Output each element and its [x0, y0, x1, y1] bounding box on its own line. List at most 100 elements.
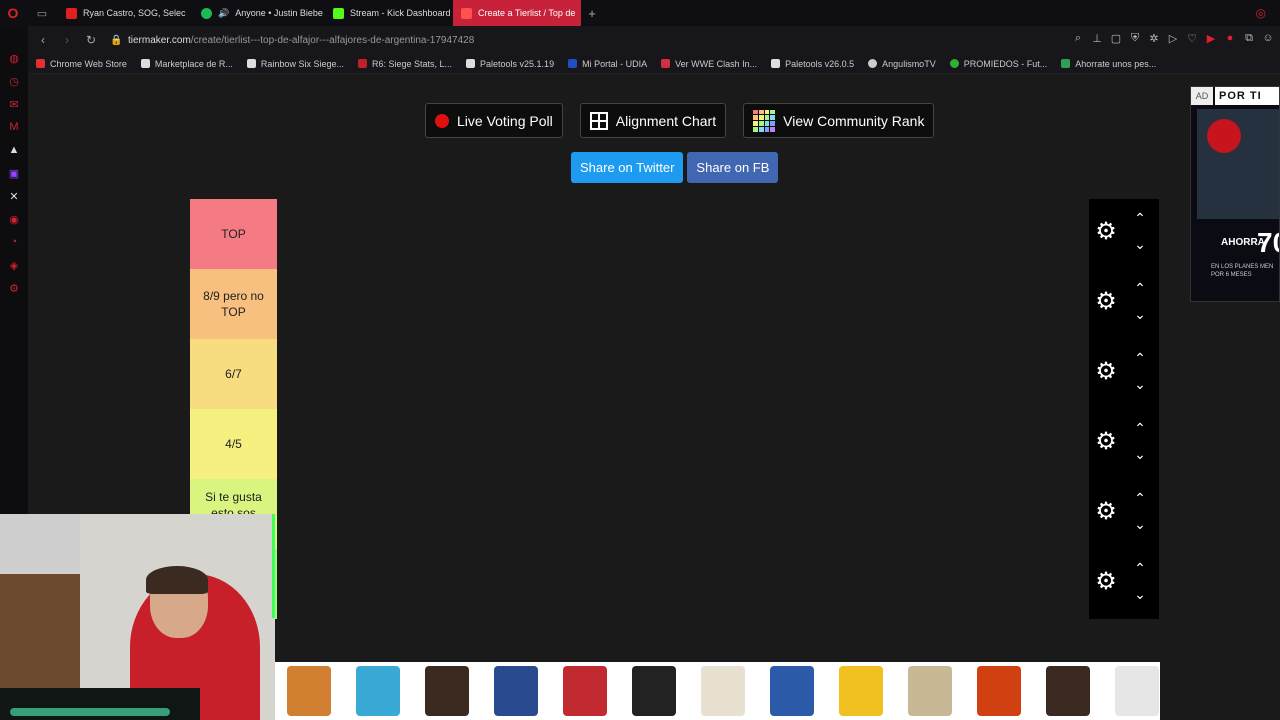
gear-icon[interactable]: ⚙ [1095, 360, 1117, 384]
pool-item-alfajor-12[interactable] [1034, 662, 1103, 720]
gear-icon[interactable]: ⚙ [1095, 570, 1117, 594]
tab-kick-dashboard[interactable]: Stream - Kick Dashboard [325, 0, 453, 26]
sidebar-aria-icon[interactable]: ◍ [7, 52, 21, 65]
tier-dropzone[interactable] [277, 199, 1089, 269]
url-field[interactable]: tiermaker.com/create/tierlist---top-de-a… [128, 35, 474, 46]
chevron-up-icon[interactable]: ⌃ [1133, 281, 1147, 295]
chevron-up-icon[interactable]: ⌃ [1133, 211, 1147, 225]
extension-badge-icon[interactable]: ● [1224, 32, 1236, 46]
pool-item-alfajor-4[interactable] [482, 662, 551, 720]
pool-item-alfajor-2[interactable] [344, 662, 413, 720]
chevron-up-icon[interactable]: ⌃ [1133, 351, 1147, 365]
sidebar-player-icon[interactable]: ◉ [7, 213, 21, 226]
pool-item-alfajor-10[interactable] [896, 662, 965, 720]
tab-label: Create a Tierlist / Top de [478, 8, 576, 18]
heart-icon[interactable]: ♡ [1186, 32, 1198, 46]
bookmark-angulismo[interactable]: AngulismoTV [868, 59, 936, 69]
pool-item-alfajor-6[interactable] [620, 662, 689, 720]
gear-icon[interactable]: ⚙ [1095, 430, 1117, 454]
play-icon[interactable]: ▷ [1167, 32, 1179, 46]
back-icon[interactable]: ‹ [34, 33, 52, 47]
share-twitter-button[interactable]: Share on Twitter [571, 152, 684, 183]
bookmark-chrome-web-store[interactable]: Chrome Web Store [36, 59, 127, 69]
pool-item-alfajor-11[interactable] [965, 662, 1034, 720]
tab-ryan-castro[interactable]: Ryan Castro, SOG, Selec [58, 0, 193, 26]
sidebar-pinboard-icon[interactable]: ◈ [7, 259, 21, 272]
tier-label[interactable]: 4/5 [190, 409, 277, 479]
youtube-favicon-icon [66, 7, 77, 19]
tier-dropzone[interactable] [277, 409, 1089, 479]
pool-item-alfajor-13[interactable] [1103, 662, 1160, 720]
chevron-down-icon[interactable]: ⌄ [1133, 307, 1147, 321]
youtube-extension-icon[interactable]: ▶ [1205, 32, 1217, 46]
workspaces-icon[interactable]: ▭ [26, 0, 58, 26]
profile-avatar-icon[interactable]: ☺ [1262, 32, 1274, 46]
pool-item-alfajor-7[interactable] [689, 662, 758, 720]
chevron-down-icon[interactable]: ⌄ [1133, 377, 1147, 391]
extensions-icon[interactable]: ⧉ [1243, 32, 1255, 46]
chevron-up-icon[interactable]: ⌃ [1133, 491, 1147, 505]
sidebar-x-icon[interactable]: ✕ [7, 190, 21, 203]
chevron-down-icon[interactable]: ⌄ [1133, 237, 1147, 251]
alfajor-image [1046, 666, 1090, 716]
tab-anyone-spotify[interactable]: 🔊 Anyone • Justin Biebe [193, 0, 325, 26]
tier-dropzone[interactable] [277, 269, 1089, 339]
pin-icon[interactable]: ⊥ [1091, 32, 1103, 46]
pool-item-alfajor-9[interactable] [827, 662, 896, 720]
advertisement[interactable]: AD POR TI AHORRA 70 EN LOS PLANES MEN PO… [1190, 86, 1280, 302]
chevron-down-icon[interactable]: ⌄ [1133, 587, 1147, 601]
bookmark-paletools-25[interactable]: Paletools v25.1.19 [466, 59, 554, 69]
bookmark-wwe[interactable]: Ver WWE Clash In... [661, 59, 757, 69]
sidebar-clock-icon[interactable]: ◔ [7, 236, 21, 249]
pool-item-alfajor-8[interactable] [758, 662, 827, 720]
sidebar-history-icon[interactable]: ◷ [7, 75, 21, 88]
sidebar-messenger-icon[interactable]: ✉ [7, 98, 21, 111]
forward-icon[interactable]: › [58, 33, 76, 47]
webcam-overlay [0, 514, 275, 720]
alignment-chart-button[interactable]: Alignment Chart [579, 103, 727, 138]
sidebar-kick-icon[interactable]: ▲ [7, 144, 21, 157]
bookmark-paletools-26[interactable]: Paletools v26.0.5 [771, 59, 854, 69]
chevron-down-icon[interactable]: ⌄ [1133, 447, 1147, 461]
alfajor-image [839, 666, 883, 716]
sidebar-gmail-icon[interactable]: M [7, 121, 21, 134]
chevron-up-icon[interactable]: ⌃ [1133, 561, 1147, 575]
sidebar-settings-icon[interactable]: ⚙ [7, 282, 21, 295]
opera-logo-icon[interactable]: O [0, 0, 26, 26]
opera-menu-icon[interactable]: ◎ [1256, 6, 1266, 20]
chevron-up-icon[interactable]: ⌃ [1133, 421, 1147, 435]
bookmark-promiedos[interactable]: PROMIEDOS - Fut... [949, 59, 1047, 69]
pool-item-alfajor-5[interactable] [551, 662, 620, 720]
bookmark-r6-stats[interactable]: R6: Siege Stats, L... [357, 59, 452, 69]
gear-icon[interactable]: ⚙ [1095, 220, 1117, 244]
new-tab-button[interactable]: + [581, 6, 603, 21]
bookmark-rainbow-six[interactable]: Rainbow Six Siege... [246, 59, 344, 69]
tab-tiermaker[interactable]: Create a Tierlist / Top de [453, 0, 581, 26]
tier-dropzone[interactable] [277, 549, 1089, 619]
tier-dropzone[interactable] [277, 339, 1089, 409]
gear-icon[interactable]: ⚙ [1095, 290, 1117, 314]
tier-label[interactable]: 6/7 [190, 339, 277, 409]
tier-label[interactable]: 8/9 pero no TOP [190, 269, 277, 339]
bookmark-ahorrate[interactable]: Ahorrate unos pes... [1061, 59, 1156, 69]
grid-icon [589, 111, 608, 130]
sidebar-twitch-icon[interactable]: ▣ [7, 167, 21, 180]
share-fb-button[interactable]: Share on FB [687, 152, 779, 183]
shield-icon[interactable]: ⛨ [1129, 32, 1141, 46]
chevron-down-icon[interactable]: ⌄ [1133, 517, 1147, 531]
bookmark-marketplace[interactable]: Marketplace de R... [140, 59, 233, 69]
reload-icon[interactable]: ↻ [82, 33, 100, 47]
pool-item-alfajor-1[interactable] [275, 662, 344, 720]
zoom-icon[interactable]: ⌕ [1072, 32, 1084, 46]
pool-item-alfajor-3[interactable] [413, 662, 482, 720]
snapshot-icon[interactable]: ▢ [1110, 32, 1122, 46]
live-voting-poll-button[interactable]: Live Voting Poll [425, 103, 563, 138]
speaker-icon[interactable]: 🔊 [218, 8, 229, 19]
bookmark-icon [140, 59, 150, 68]
vpn-icon[interactable]: ✲ [1148, 32, 1160, 46]
tier-label[interactable]: TOP [190, 199, 277, 269]
tier-dropzone[interactable] [277, 479, 1089, 549]
bookmark-mi-portal[interactable]: Mi Portal - UDIA [568, 59, 647, 69]
view-community-rank-button[interactable]: View Community Rank [743, 103, 935, 138]
gear-icon[interactable]: ⚙ [1095, 500, 1117, 524]
